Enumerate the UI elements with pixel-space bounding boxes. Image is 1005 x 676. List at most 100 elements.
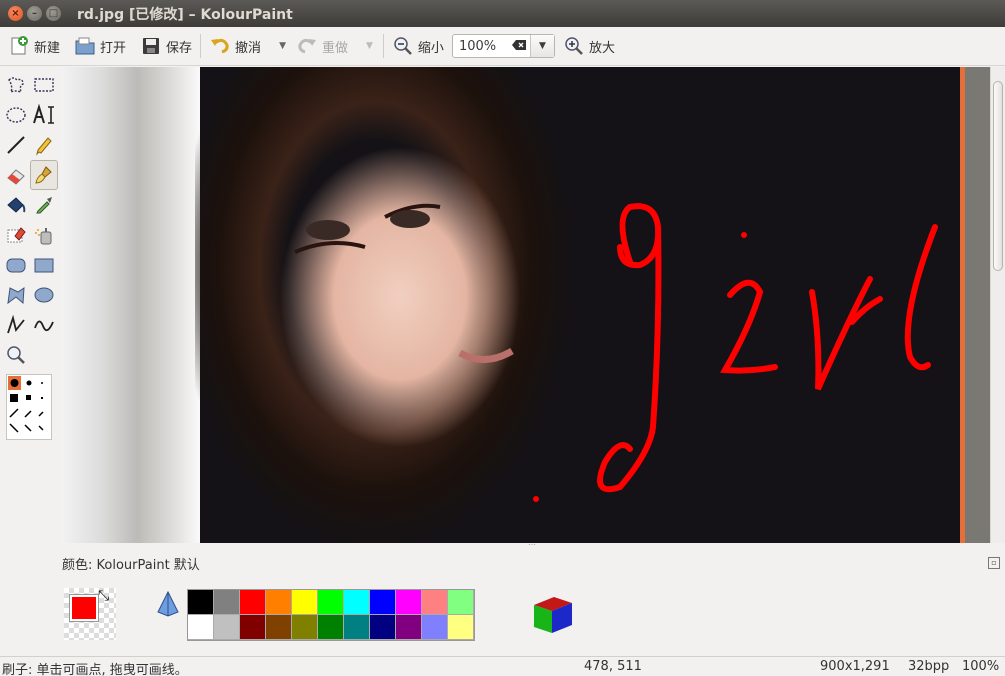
- palette-swatch[interactable]: [214, 590, 240, 615]
- palette-swatch[interactable]: [344, 615, 370, 640]
- brush-size-options[interactable]: [6, 374, 52, 440]
- palette-swatch[interactable]: [188, 590, 214, 615]
- palette-swatch[interactable]: [422, 615, 448, 640]
- color-similarity-icon: [157, 590, 179, 617]
- spraycan-icon: [35, 228, 52, 245]
- palette-swatch[interactable]: [370, 615, 396, 640]
- color-picker-icon: [36, 197, 52, 214]
- zoom-combo[interactable]: 100% ▼: [451, 34, 555, 58]
- close-icon: ×: [11, 7, 20, 19]
- palette-swatch[interactable]: [396, 590, 422, 615]
- palette-swatch[interactable]: [214, 615, 240, 640]
- panel-splitter-grip[interactable]: ⋯: [528, 541, 538, 549]
- vertical-scrollbar[interactable]: [990, 67, 1005, 543]
- rect-select-icon: [34, 78, 54, 92]
- zoom-out-button[interactable]: 缩小: [388, 31, 448, 61]
- palette-swatch[interactable]: [448, 615, 474, 640]
- pen-tool[interactable]: [30, 130, 58, 160]
- foreground-color-swatch[interactable]: [69, 594, 99, 622]
- color-palette: [187, 589, 475, 641]
- canvas-image[interactable]: [60, 67, 960, 543]
- palette-swatch[interactable]: [188, 615, 214, 640]
- new-button[interactable]: 新建: [4, 31, 64, 61]
- free-form-select-icon: [8, 77, 24, 94]
- palette-swatch[interactable]: [266, 615, 292, 640]
- palette-swatch[interactable]: [318, 590, 344, 615]
- clear-icon[interactable]: [508, 39, 530, 53]
- scrollbar-thumb[interactable]: [993, 81, 1003, 271]
- close-window-button[interactable]: ×: [8, 6, 23, 21]
- zoom-in-label: 放大: [588, 40, 615, 56]
- color-box-title: 颜色: KolourPaint 默认: [62, 558, 200, 573]
- polygon-icon: [7, 287, 25, 305]
- eraser-icon: [7, 169, 25, 185]
- maximize-window-button[interactable]: □: [46, 6, 61, 21]
- brush-tool[interactable]: [30, 160, 58, 190]
- eraser-tool[interactable]: [2, 160, 30, 190]
- flood-fill-icon: [7, 197, 26, 213]
- color-similarity-button[interactable]: [154, 590, 182, 618]
- brush-shapes-icon: [8, 376, 44, 433]
- zoom-tool-icon: [7, 346, 25, 364]
- open-button[interactable]: 打开: [70, 31, 130, 61]
- zoom-dropdown-icon[interactable]: ▼: [529, 35, 554, 57]
- curve-tool[interactable]: [30, 310, 58, 340]
- palette-swatch[interactable]: [266, 590, 292, 615]
- palette-swatch[interactable]: [396, 615, 422, 640]
- zoom-in-icon: [563, 35, 585, 57]
- ellipse-icon: [34, 287, 54, 303]
- redo-button-label: 重做: [321, 40, 348, 56]
- rounded-rect-tool[interactable]: [2, 250, 30, 280]
- rect-select-tool[interactable]: [30, 70, 58, 100]
- undock-icon[interactable]: ▫: [988, 557, 1000, 569]
- redo-dropdown-icon[interactable]: ▼: [366, 41, 373, 51]
- save-button[interactable]: 保存: [136, 31, 196, 61]
- text-tool[interactable]: [30, 100, 58, 130]
- connected-lines-icon: [7, 314, 25, 334]
- color-cube-icon: [532, 593, 574, 635]
- color-picker-tool[interactable]: [30, 190, 58, 220]
- new-button-label: 新建: [34, 40, 61, 56]
- main-toolbar: 新建 打开 保存 撤消 ▼ 重做 ▼ 缩小 100% ▼ 放大: [0, 27, 1005, 66]
- free-form-select-tool[interactable]: [2, 70, 30, 100]
- palette-swatch[interactable]: [448, 590, 474, 615]
- line-tool[interactable]: [2, 130, 30, 160]
- palette-swatch[interactable]: [344, 590, 370, 615]
- swap-colors-icon[interactable]: ⤡: [98, 588, 109, 604]
- zoom-out-icon: [392, 35, 414, 57]
- ellipse-select-icon: [6, 107, 26, 123]
- palette-swatch[interactable]: [370, 590, 396, 615]
- rectangle-tool[interactable]: [30, 250, 58, 280]
- connected-lines-tool[interactable]: [2, 310, 30, 340]
- minimize-window-button[interactable]: –: [27, 6, 42, 21]
- ellipse-select-tool[interactable]: [2, 100, 30, 130]
- undo-dropdown-icon[interactable]: ▼: [279, 41, 286, 51]
- color-eraser-tool[interactable]: [2, 220, 30, 250]
- undo-button[interactable]: 撤消: [205, 31, 265, 61]
- canvas-area[interactable]: [60, 67, 990, 543]
- redo-icon: [296, 35, 318, 57]
- zoom-in-button[interactable]: 放大: [559, 31, 619, 61]
- flood-fill-tool[interactable]: [2, 190, 30, 220]
- palette-swatch[interactable]: [240, 615, 266, 640]
- polygon-tool[interactable]: [2, 280, 30, 310]
- image-size: 900x1,291: [820, 659, 890, 674]
- palette-swatch[interactable]: [422, 590, 448, 615]
- tool-box: [2, 70, 58, 440]
- fg-bg-color-widget[interactable]: ⤡: [64, 588, 116, 640]
- canvas-resize-edge[interactable]: [960, 67, 965, 543]
- palette-swatch[interactable]: [240, 590, 266, 615]
- zoom-input[interactable]: 100%: [453, 39, 508, 54]
- ellipse-tool[interactable]: [30, 280, 58, 310]
- palette-swatch[interactable]: [318, 615, 344, 640]
- redo-button[interactable]: 重做: [292, 31, 352, 61]
- brush-icon: [35, 166, 52, 184]
- zoom-tool[interactable]: [2, 340, 30, 370]
- rounded-rect-icon: [6, 258, 26, 273]
- save-button-label: 保存: [166, 40, 193, 56]
- title-bar: × – □ rd.jpg [已修改] – KolourPaint: [0, 0, 1005, 27]
- palette-swatch[interactable]: [292, 590, 318, 615]
- palette-swatch[interactable]: [292, 615, 318, 640]
- spraycan-tool[interactable]: [30, 220, 58, 250]
- window-title: rd.jpg [已修改] – KolourPaint: [77, 6, 293, 23]
